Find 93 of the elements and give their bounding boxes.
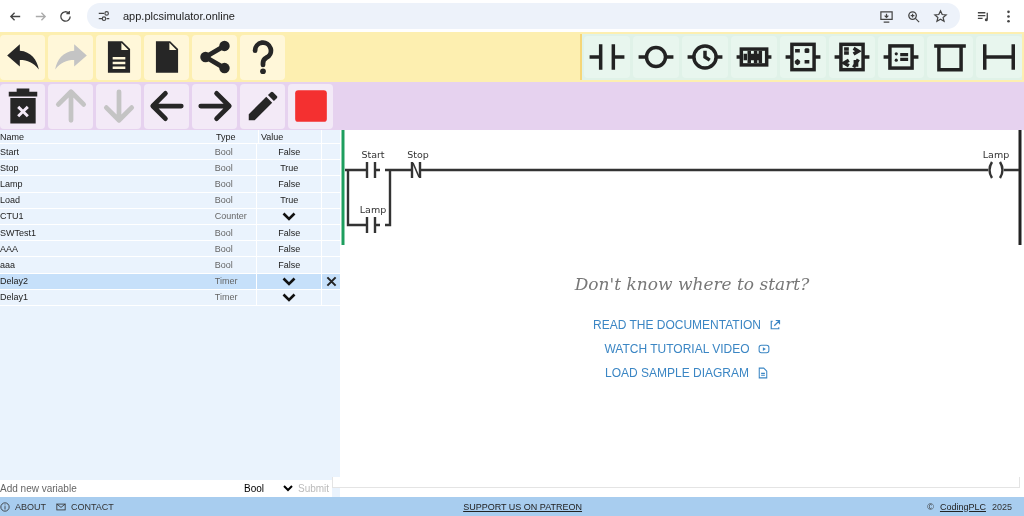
normally-open-contact[interactable] [360,160,382,180]
mail-icon [56,501,66,512]
variable-name: CTU1 [0,211,25,222]
variable-value[interactable]: False [278,178,301,189]
variable-name: Delay2 [0,276,29,287]
variable-row[interactable]: Delay1 Timer [0,289,340,306]
coil-symbol[interactable] [988,160,1004,180]
about-link[interactable]: ABOUT [0,501,46,512]
help-button[interactable] [240,34,285,80]
variable-value[interactable]: False [278,146,301,157]
left-button[interactable] [144,83,189,129]
undo-button[interactable] [0,34,45,80]
bookmark-star-icon[interactable] [933,8,948,24]
variable-type: Bool [214,178,234,189]
help-heading: Don't know where to start? [574,274,810,294]
company-link[interactable]: CodingPLC [939,501,986,512]
variable-type: Bool [214,259,234,270]
variable-name: Stop [0,162,20,173]
column-header: Type [216,131,237,142]
share-button[interactable] [192,34,237,80]
variable-type: Timer [214,276,239,287]
variable-name: AAA [0,243,19,254]
variable-type: Counter [214,211,248,222]
help-link[interactable]: READ THE DOCUMENTATION [593,318,781,332]
type-select[interactable]: Bool [240,480,296,497]
variable-name: Delay1 [0,292,29,303]
patreon-link[interactable]: SUPPORT US ON PATREON [463,501,582,512]
variable-value[interactable]: False [278,243,301,254]
delete-button[interactable] [0,83,45,129]
branch-tool-button[interactable] [976,36,1022,78]
site-settings-icon[interactable] [97,9,111,23]
variable-row[interactable]: Start Bool False [0,144,340,161]
video-icon [757,343,770,355]
variable-name: Load [0,195,22,206]
contact-label: Start [361,149,385,160]
variable-row[interactable]: AAA Bool False [0,241,340,258]
variable-type: Bool [214,195,234,206]
branch-open-tool-button[interactable] [927,36,973,78]
variable-type: Timer [214,292,239,303]
chevron-down-icon[interactable] [282,211,297,221]
variable-row[interactable]: Lamp Bool False [0,176,340,193]
edit-button[interactable] [240,83,285,129]
compare-tool-button[interactable] [829,36,875,78]
variable-row[interactable]: Load Bool True [0,192,340,209]
address-bar[interactable]: app.plcsimulator.online [87,3,960,29]
external-icon [769,319,781,331]
variable-name: aaa [0,259,17,270]
copyright-year: 2025 [992,501,1012,512]
normally-open-contact[interactable] [360,215,382,235]
contact-label: Stop [407,149,429,160]
coil-tool-button[interactable] [633,36,679,78]
contact-label: Lamp [359,204,387,215]
variable-value[interactable]: True [280,195,299,206]
chevron-down-icon[interactable] [282,292,297,302]
zoom-icon[interactable] [906,8,921,24]
variable-value[interactable]: False [278,227,301,238]
variable-row[interactable]: CTU1 Counter [0,208,340,225]
counter-tool-button[interactable] [731,36,777,78]
reload-icon[interactable] [58,8,73,24]
variable-value[interactable]: True [280,162,299,173]
contact-tool-button[interactable] [584,36,630,78]
install-icon[interactable] [879,8,894,24]
document-icon [757,367,769,379]
right-button[interactable] [192,83,237,129]
variable-type: Bool [214,227,234,238]
variable-type: Bool [214,243,234,254]
timer-tool-button[interactable] [682,36,728,78]
column-header: Name [0,131,25,142]
variable-row[interactable]: Stop Bool True [0,160,340,177]
variable-row[interactable]: aaa Bool False [0,257,340,274]
variable-type: Bool [214,146,234,157]
chevron-down-icon[interactable] [282,276,297,286]
variable-name: Lamp [0,178,24,189]
info-icon [0,501,10,512]
document-button[interactable] [96,34,141,80]
help-link[interactable]: LOAD SAMPLE DIAGRAM [604,366,769,380]
assign-tool-button[interactable] [878,36,924,78]
close-icon[interactable] [325,275,337,287]
variable-name: SWTest1 [0,227,37,238]
variable-row[interactable]: SWTest1 Bool False [0,224,340,242]
math-tool-button[interactable] [780,36,826,78]
new-variable-field[interactable]: Add new variable [0,480,240,497]
variable-type: Bool [214,162,234,173]
normally-closed-contact[interactable] [405,160,427,180]
url-text: app.plcsimulator.online [123,10,235,22]
copyright-symbol: © [927,501,934,512]
new-file-button[interactable] [144,34,189,80]
column-header: Value [258,130,322,143]
contact-link[interactable]: CONTACT [56,501,114,512]
variable-name: Start [0,146,20,157]
coil-label: Lamp [982,149,1010,160]
variable-value[interactable]: False [278,259,301,270]
help-link[interactable]: WATCH TUTORIAL VIDEO [604,342,770,356]
